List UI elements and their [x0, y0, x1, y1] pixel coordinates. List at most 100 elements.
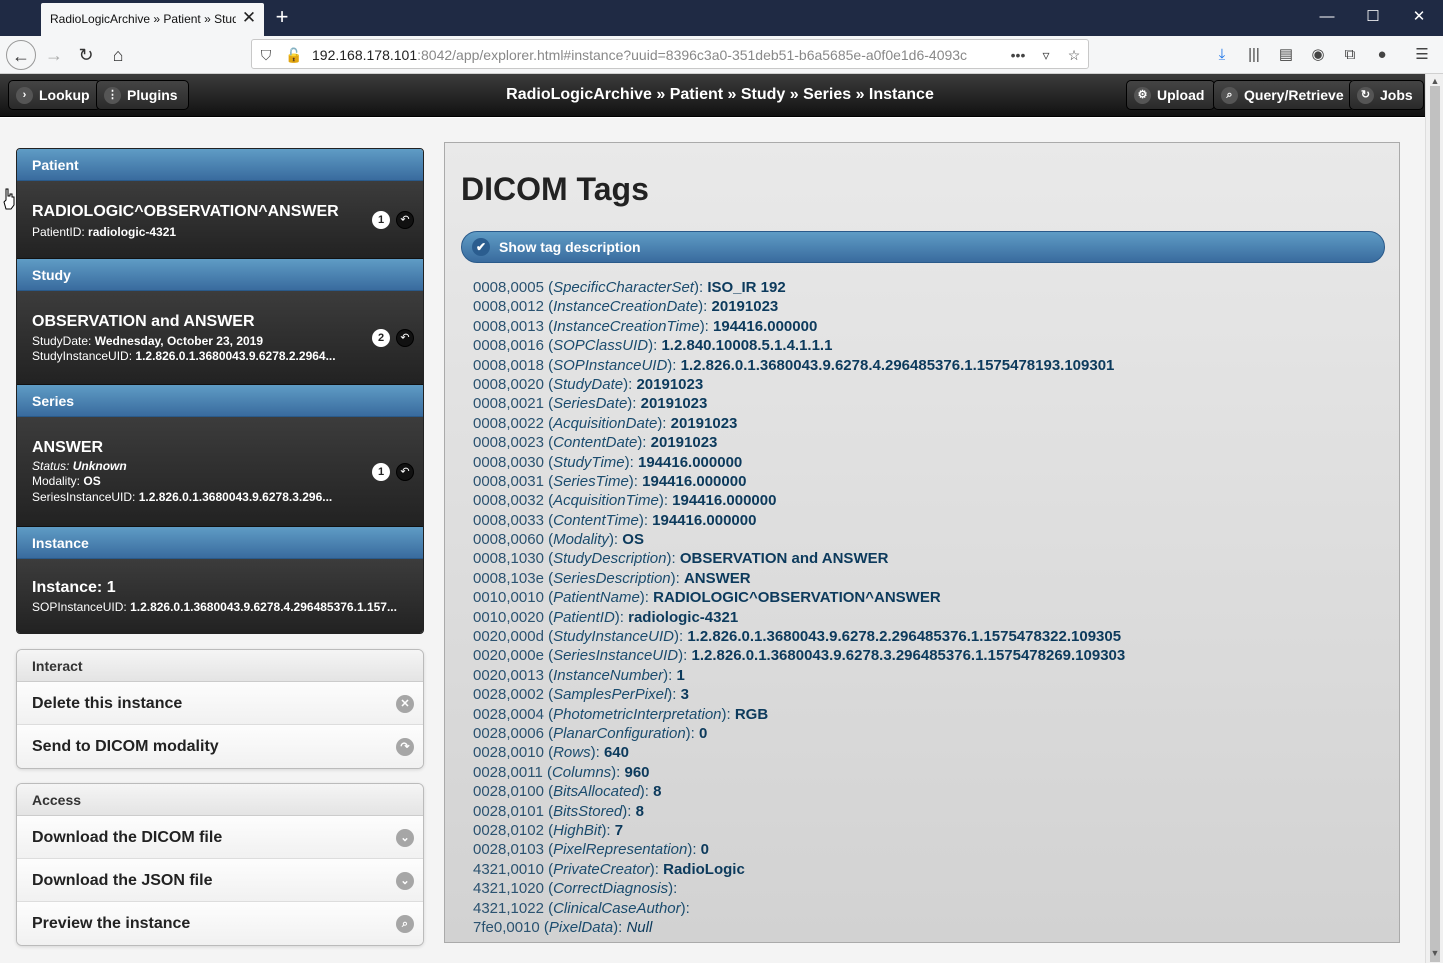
url-bar[interactable]: ⛉ 🔓 192.168.178.101:8042/app/explorer.ht… — [251, 39, 1089, 69]
query-retrieve-button[interactable]: ⌕ Query/Retrieve — [1213, 80, 1355, 110]
tag-name: ContentTime — [553, 511, 639, 529]
sidebar-icon[interactable]: ▤ — [1275, 44, 1297, 66]
tag-id: 0008,0013 — [473, 317, 544, 335]
dicom-tag-row: 0028,0101 (BitsStored): 8 — [473, 802, 644, 820]
back-arrow-icon[interactable]: ← — [6, 40, 36, 70]
tag-value: 8 — [635, 802, 644, 820]
home-icon[interactable]: ⌂ — [103, 40, 133, 70]
dicom-tag-row: 0008,0030 (StudyTime): 194416.000000 — [473, 453, 743, 471]
lookup-label: Lookup — [39, 87, 90, 103]
breadcrumb-nav-list: Patient RADIOLOGIC^OBSERVATION^ANSWER Pa… — [16, 148, 424, 634]
tag-value: RADIOLOGIC^OBSERVATION^ANSWER — [653, 589, 941, 607]
jobs-button[interactable]: ↻ Jobs — [1349, 80, 1424, 110]
patient-id-line: PatientID: radiologic-4321 — [32, 225, 352, 239]
upload-label: Upload — [1157, 87, 1205, 103]
show-tag-description-toggle[interactable]: ✔ Show tag description — [461, 231, 1385, 263]
tag-name: Modality — [553, 531, 609, 549]
tag-name: HighBit — [553, 821, 602, 839]
access-panel: Access Download the DICOM file ⌄ Downloa… — [16, 783, 424, 946]
dicom-tag-row: 4321,0010 (PrivateCreator): RadioLogic — [473, 860, 745, 878]
tag-id: 0008,1030 — [473, 550, 544, 568]
tag-name: StudyDescription — [553, 550, 667, 568]
tab-close-icon[interactable]: ✕ — [240, 9, 258, 27]
query-label: Query/Retrieve — [1244, 87, 1344, 103]
dicom-tag-row: 0008,0016 (SOPClassUID): 1.2.840.10008.5… — [473, 337, 833, 355]
extension-icon[interactable]: ⧉ — [1339, 44, 1361, 66]
preview-instance-button[interactable]: Preview the instance ⌕ — [17, 902, 423, 945]
dicom-tag-row: 0008,0022 (AcquisitionDate): 20191023 — [473, 414, 738, 432]
plugins-label: Plugins — [127, 87, 178, 103]
patient-item[interactable]: RADIOLOGIC^OBSERVATION^ANSWER PatientID:… — [17, 181, 423, 259]
tag-name: InstanceCreationTime — [553, 317, 700, 335]
chevron-right-icon: › — [16, 87, 33, 104]
dicom-tag-row: 0008,0023 (ContentDate): 20191023 — [473, 434, 718, 452]
patient-go-icon[interactable]: ↶ — [396, 211, 414, 229]
library-icon[interactable]: ||| — [1243, 44, 1265, 66]
search-icon: ⌕ — [1221, 87, 1238, 104]
shield-icon[interactable]: ⛉ — [256, 45, 276, 65]
download-json-button[interactable]: Download the JSON file ⌄ — [17, 859, 423, 902]
tag-id: 0008,0031 — [473, 472, 544, 490]
page-actions-icon[interactable]: ••• — [1008, 45, 1028, 65]
series-divider: Series — [17, 385, 423, 417]
dicom-tag-row: 0028,0004 (PhotometricInterpretation): R… — [473, 705, 769, 723]
pocket-icon[interactable]: ▿ — [1036, 45, 1056, 65]
menu-icon[interactable]: ☰ — [1411, 44, 1433, 66]
browser-tab[interactable]: RadioLogicArchive » Patient » Stud ✕ — [41, 3, 264, 36]
tag-value: OBSERVATION and ANSWER — [679, 550, 889, 568]
study-item[interactable]: OBSERVATION and ANSWER StudyDate: Wednes… — [17, 291, 423, 385]
tag-value: 20191023 — [636, 375, 704, 393]
instance-item[interactable]: Instance: 1 SOPInstanceUID: 1.2.826.0.1.… — [17, 559, 423, 633]
tag-id: 4321,1022 — [473, 899, 544, 917]
lookup-button[interactable]: › Lookup — [8, 80, 101, 110]
tag-value: ANSWER — [683, 569, 751, 587]
downloads-icon[interactable]: ⤓ — [1211, 44, 1233, 66]
tag-value: 3 — [680, 686, 689, 704]
tag-value: radiologic-4321 — [628, 608, 739, 626]
insecure-lock-icon[interactable]: 🔓 — [284, 45, 304, 65]
show-tag-description-label: Show tag description — [499, 239, 641, 255]
series-go-icon[interactable]: ↶ — [396, 463, 414, 481]
tag-value: 1 — [676, 666, 685, 684]
new-tab-icon[interactable]: + — [270, 5, 294, 29]
tag-value: 194416.000000 — [642, 472, 747, 490]
tag-value: 20191023 — [650, 434, 718, 452]
dicom-tag-row: 0008,0005 (SpecificCharacterSet): ISO_IR… — [473, 279, 786, 296]
tag-name: PhotometricInterpretation — [553, 705, 722, 723]
account-icon[interactable]: ◉ — [1307, 44, 1329, 66]
delete-instance-button[interactable]: Delete this instance ✕ — [17, 682, 423, 725]
instance-uid-line: SOPInstanceUID: 1.2.826.0.1.3680043.9.62… — [32, 600, 412, 614]
url-text[interactable]: 192.168.178.101:8042/app/explorer.html#i… — [312, 47, 972, 63]
tag-value: 1.2.826.0.1.3680043.9.6278.2.296485376.1… — [687, 628, 1122, 646]
tag-name: SamplesPerPixel — [553, 686, 668, 704]
tag-value: 194416.000000 — [713, 317, 818, 335]
bookmark-star-icon[interactable]: ☆ — [1064, 45, 1084, 65]
maximize-icon[interactable]: ☐ — [1361, 6, 1385, 28]
window-close-icon[interactable]: ✕ — [1407, 6, 1431, 28]
dicom-tag-row: 0008,0031 (SeriesTime): 194416.000000 — [473, 472, 747, 490]
send-to-modality-button[interactable]: Send to DICOM modality ↷ — [17, 725, 423, 768]
reload-icon[interactable]: ↻ — [71, 40, 101, 70]
download-dicom-button[interactable]: Download the DICOM file ⌄ — [17, 816, 423, 859]
page-scrollbar[interactable]: ▲ ▼ — [1425, 74, 1443, 963]
study-uid-line: StudyInstanceUID: 1.2.826.0.1.3680043.9.… — [32, 349, 352, 363]
plugins-button[interactable]: ⋮ Plugins — [96, 80, 189, 110]
scroll-down-icon[interactable]: ▼ — [1429, 948, 1441, 960]
study-date-value: Wednesday, October 23, 2019 — [94, 334, 264, 348]
series-item[interactable]: ANSWER Status: Unknown Modality: OS Seri… — [17, 417, 423, 527]
page-title: RadioLogicArchive » Patient » Study » Se… — [506, 86, 934, 103]
dicom-tag-row: 0028,0010 (Rows): 640 — [473, 744, 629, 762]
dicom-tag-row: 0020,000e (SeriesInstanceUID): 1.2.826.0… — [473, 647, 1126, 665]
instance-uid-label: SOPInstanceUID: — [32, 600, 127, 614]
minimize-icon[interactable]: — — [1315, 6, 1339, 28]
tag-name: Rows — [553, 744, 591, 762]
tag-value: ISO_IR 192 — [707, 279, 786, 296]
tag-id: 0008,0030 — [473, 453, 544, 471]
upload-button[interactable]: ⚙ Upload — [1126, 80, 1216, 110]
study-uid-label: StudyInstanceUID: — [32, 349, 133, 363]
study-go-icon[interactable]: ↶ — [396, 329, 414, 347]
download-json-label: Download the JSON file — [32, 872, 213, 889]
forward-arrow-icon[interactable]: → — [39, 40, 69, 70]
scroll-thumb[interactable] — [1430, 86, 1440, 962]
extension-icon-2[interactable]: ● — [1371, 44, 1393, 66]
